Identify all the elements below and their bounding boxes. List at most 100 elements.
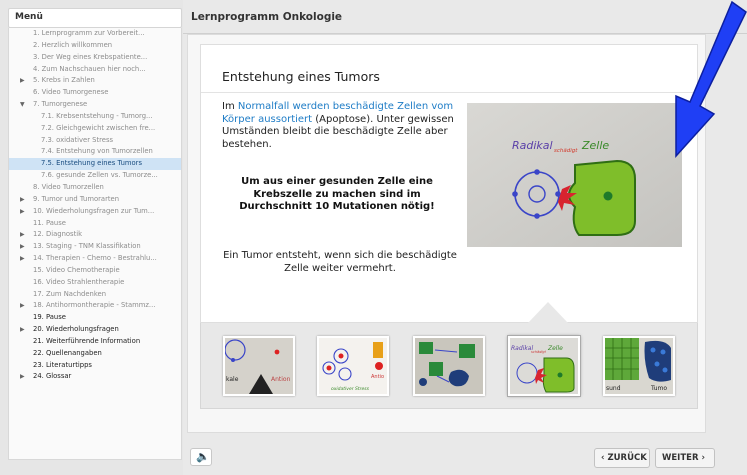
menu-item-label: 13. Staging - TNM Klassifikation — [33, 242, 141, 251]
menu-item[interactable]: 3. Der Weg eines Krebspatiente... — [9, 52, 181, 64]
menu-item[interactable]: 2. Herzlich willkommen — [9, 40, 181, 52]
menu-item-label: 23. Literaturtipps — [33, 360, 92, 369]
thumbnail-2-drawing: Antio oxidativer Stress — [319, 338, 387, 394]
menu-item[interactable]: 22. Quellenangaben — [9, 348, 181, 360]
menu-item-label: 19. Pause — [33, 313, 66, 322]
menu-item[interactable]: 11. Pause — [9, 218, 181, 230]
menu-item-label: 7.3. oxidativer Stress — [41, 135, 114, 144]
menu-item[interactable]: ▶ 13. Staging - TNM Klassifikation — [9, 241, 181, 253]
intro-prefix: Im — [222, 101, 238, 112]
menu-item[interactable]: 8. Video Tumorzellen — [9, 182, 181, 194]
collapsed-arrow-icon[interactable]: ▶ — [20, 229, 25, 241]
thumbnail-5[interactable]: sund Tumo — [603, 336, 675, 396]
menu-item-label: 7.5. Entstehung eines Tumors — [41, 159, 142, 168]
audio-button[interactable]: 🔈 — [190, 448, 212, 466]
menu-item[interactable]: 21. Weiterführende Information — [9, 336, 181, 348]
thumbnail-3-drawing — [415, 338, 483, 394]
zelle-label: Zelle — [581, 139, 609, 152]
menu-item[interactable]: 16. Video Strahlentherapie — [9, 277, 181, 289]
menu-item[interactable]: ▶ 20. Wiederholungsfragen — [9, 324, 181, 336]
menu-item-label: 8. Video Tumorzellen — [33, 182, 104, 191]
chevron-right-icon: › — [698, 453, 705, 463]
menu-item[interactable]: ▶ 9. Tumor und Tumorarten — [9, 194, 181, 206]
marker-dot — [375, 362, 383, 370]
menu-item[interactable]: ▼ 7. Tumorgenese — [9, 99, 181, 111]
thumbnail-3[interactable] — [413, 336, 485, 396]
marker-dot — [326, 365, 332, 371]
menu-item[interactable]: ▶ 24. Glossar — [9, 371, 181, 383]
menu-item-label: 7. Tumorgenese — [33, 100, 88, 109]
marker-dot — [338, 353, 344, 359]
thumb5-word1: sund — [606, 385, 621, 392]
collapsed-arrow-icon[interactable]: ▶ — [20, 300, 25, 312]
tumor-cluster — [644, 340, 671, 382]
menu-item-label: 12. Diagnostik — [33, 230, 83, 239]
expanded-arrow-icon[interactable]: ▼ — [20, 99, 25, 111]
thumbnail-2[interactable]: Antio oxidativer Stress — [317, 336, 389, 396]
intro-paragraph: Im Normalfall werden beschädigte Zellen … — [222, 101, 458, 151]
menu-item-selected[interactable]: 7.5. Entstehung eines Tumors — [9, 158, 181, 171]
menu-item[interactable]: 7.3. oxidativer Stress — [9, 135, 181, 147]
electron-dot — [534, 169, 540, 175]
collapsed-arrow-icon[interactable]: ▶ — [20, 75, 25, 87]
collapsed-arrow-icon[interactable]: ▶ — [20, 371, 25, 383]
app-title: Lernprogramm Onkologie — [191, 11, 343, 23]
menu-header: Menü — [8, 8, 182, 28]
menu-item-label: 16. Video Strahlentherapie — [33, 277, 125, 286]
cell-block — [429, 362, 443, 376]
thumb2-caption: oxidativer Stress — [331, 386, 370, 392]
cell-block — [419, 342, 433, 354]
menu-item[interactable]: 7.2. Gleichgewicht zwischen fre... — [9, 123, 181, 135]
cell-shape — [568, 159, 636, 236]
slide: Entstehung eines Tumors Im Normalfall we… — [200, 44, 698, 323]
thumb4-word3: Zelle — [547, 345, 563, 352]
collapsed-arrow-icon[interactable]: ▶ — [20, 241, 25, 253]
menu-item-label: 3. Der Weg eines Krebspatiente... — [33, 52, 148, 61]
blue-arrow-icon — [675, 0, 747, 158]
menu-item-label: 6. Video Tumorgenese — [33, 88, 109, 97]
menu-item-label: 17. Zum Nachdenken — [33, 289, 106, 298]
thumb5-word2: Tumo — [650, 385, 667, 392]
menu-item[interactable]: ▶ 5. Krebs in Zahlen — [9, 75, 181, 87]
menu-item[interactable]: 4. Zum Nachschauen hier noch... — [9, 64, 181, 76]
menu-item[interactable]: ▶ 18. Antihormontherapie - Stammz... — [9, 300, 181, 312]
sidebar: Menü 1. Lernprogramm zur Vorbereit... 2. … — [0, 0, 183, 475]
thumb1-word2: Antion — [271, 376, 291, 383]
menu-item[interactable]: 23. Literaturtipps — [9, 360, 181, 372]
collapsed-arrow-icon[interactable]: ▶ — [20, 194, 25, 206]
menu-item[interactable]: ▶ 10. Wiederholungsfragen zur Tum... — [9, 206, 181, 218]
menu-item-label: 9. Tumor und Tumorarten — [33, 194, 120, 203]
menu-header-label: Menü — [15, 12, 43, 22]
collapsed-arrow-icon[interactable]: ▶ — [20, 206, 25, 218]
thumbnail-1[interactable]: kale Antion — [223, 336, 295, 396]
thumbnail-4-active[interactable]: Radikal schädigt Zelle — [508, 336, 580, 396]
menu-item[interactable]: 17. Zum Nachdenken — [9, 289, 181, 301]
menu-item-label: 18. Antihormontherapie - Stammz... — [33, 301, 156, 310]
menu-item-label: 14. Therapien - Chemo - Bestrahlu... — [33, 254, 157, 263]
menu-item[interactable]: 1. Lernprogramm zur Vorbereit... — [9, 28, 181, 40]
menu-item[interactable]: 19. Pause — [9, 312, 181, 324]
back-label: ZURÜCK — [607, 453, 647, 463]
menu-item[interactable]: 6. Video Tumorgenese — [9, 87, 181, 99]
menu-item[interactable]: 7.4. Entstehung von Tumorzellen — [9, 146, 181, 158]
menu-item-label: 1. Lernprogramm zur Vorbereit... — [33, 29, 145, 37]
menu-item-label: 7.1. Krebsentstehung - Tumorg... — [41, 111, 153, 120]
menu-item[interactable]: 7.1. Krebsentstehung - Tumorg... — [9, 111, 181, 123]
menu-item[interactable]: ▶ 12. Diagnostik — [9, 229, 181, 241]
menu-item[interactable]: ▶ 14. Therapien - Chemo - Bestrahlu... — [9, 253, 181, 265]
collapsed-arrow-icon[interactable]: ▶ — [20, 253, 25, 265]
menu-list: 1. Lernprogramm zur Vorbereit... 2. Herzl… — [8, 28, 182, 460]
orange-block — [373, 342, 383, 358]
menu-item[interactable]: 7.6. gesunde Zellen vs. Tumorze... — [9, 170, 181, 182]
thumb1-word1: kale — [226, 376, 239, 383]
dark-cell-blob — [419, 378, 427, 386]
menu-item-label: 10. Wiederholungsfragen zur Tum... — [33, 206, 155, 215]
menu-item-label: 5. Krebs in Zahlen — [33, 76, 95, 85]
menu-item-label: 7.2. Gleichgewicht zwischen fre... — [41, 123, 156, 132]
next-button[interactable]: WEITER › — [655, 448, 715, 468]
back-button[interactable]: ‹ ZURÜCK — [594, 448, 650, 468]
menu-item-label: 20. Wiederholungsfragen — [33, 325, 119, 334]
menu-item[interactable]: 15. Video Chemotherapie — [9, 265, 181, 277]
electron-dot — [534, 213, 540, 219]
collapsed-arrow-icon[interactable]: ▶ — [20, 324, 25, 336]
